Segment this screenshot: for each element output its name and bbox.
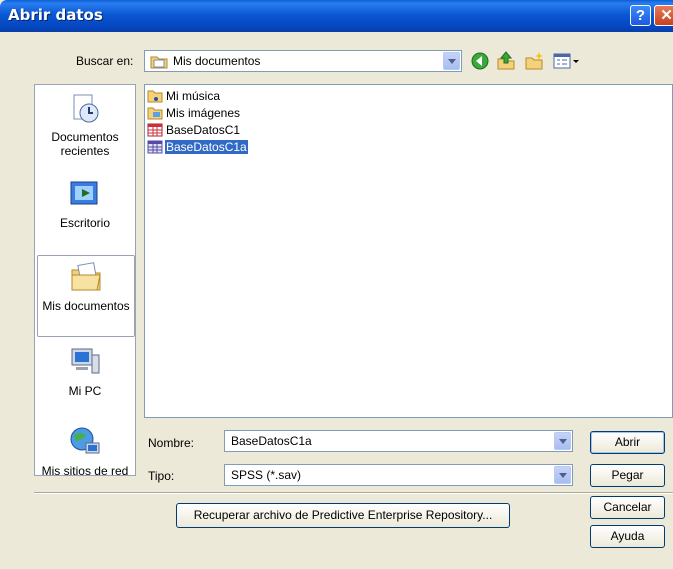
spss-data-file-icon <box>147 123 163 137</box>
place-my-computer[interactable]: Mi PC <box>37 345 133 398</box>
folder-icon <box>150 56 168 69</box>
file-name: Mi música <box>166 89 221 103</box>
filename-label: Nombre: <box>148 436 195 450</box>
list-item[interactable]: Mis imágenes <box>147 106 241 123</box>
new-folder-icon[interactable] <box>524 51 544 71</box>
my-documents-icon <box>71 262 101 291</box>
look-in-select[interactable]: Mis documentos <box>144 50 462 72</box>
look-in-label: Buscar en: <box>76 54 134 68</box>
up-folder-icon[interactable] <box>496 51 516 71</box>
file-name: Mis imágenes <box>166 106 241 120</box>
places-bar: Documentos recientes Escritorio Mis docu… <box>34 84 136 478</box>
chevron-down-icon[interactable] <box>443 52 460 70</box>
help-button[interactable]: Ayuda <box>590 525 665 548</box>
filename-input[interactable]: BaseDatosC1a <box>224 430 573 452</box>
my-computer-icon <box>71 348 100 374</box>
place-recent-documents[interactable]: Documentos recientes <box>37 91 133 158</box>
pictures-folder-icon <box>147 107 163 120</box>
recent-documents-icon <box>73 94 99 123</box>
look-in-value: Mis documentos <box>173 54 261 68</box>
close-icon[interactable]: ✕ <box>654 5 673 26</box>
filetype-value: SPSS (*.sav) <box>231 468 302 482</box>
paste-button[interactable]: Pegar <box>590 464 665 487</box>
network-places-icon <box>70 427 100 454</box>
filetype-select[interactable]: SPSS (*.sav) <box>224 464 573 486</box>
cancel-button[interactable]: Cancelar <box>590 496 665 519</box>
place-label: Mi PC <box>68 384 102 398</box>
filetype-label: Tipo: <box>148 469 175 483</box>
place-label: Escritorio <box>59 216 110 230</box>
file-name: BaseDatosC1 <box>166 123 241 137</box>
help-icon[interactable]: ? <box>630 5 651 26</box>
place-network[interactable]: Mis sitios de red <box>37 425 133 478</box>
list-item[interactable]: BaseDatosC1a <box>147 140 248 157</box>
file-list[interactable]: Mi música Mis imágenes BaseDatosC1 BaseD… <box>144 84 673 418</box>
repository-button[interactable]: Recuperar archivo de Predictive Enterpri… <box>176 503 510 528</box>
file-name: BaseDatosC1a <box>165 140 248 154</box>
chevron-down-icon[interactable] <box>554 432 571 450</box>
chevron-down-icon[interactable] <box>554 466 571 484</box>
place-label: Documentos recientes <box>51 130 119 158</box>
desktop-icon <box>70 181 98 205</box>
place-desktop[interactable]: Escritorio <box>37 177 133 230</box>
place-my-documents[interactable]: Mis documentos <box>37 255 135 337</box>
filename-value: BaseDatosC1a <box>231 434 312 448</box>
place-label: Mis documentos <box>42 299 130 313</box>
back-icon[interactable] <box>470 51 490 71</box>
view-menu-icon[interactable] <box>552 51 584 71</box>
title-bar[interactable]: Abrir datos ? ✕ <box>0 0 673 32</box>
place-label: Mis sitios de red <box>41 464 129 478</box>
music-folder-icon <box>147 90 163 103</box>
list-item[interactable]: BaseDatosC1 <box>147 123 241 140</box>
list-item[interactable]: Mi música <box>147 89 221 106</box>
open-data-dialog: Abrir datos ? ✕ Buscar en: Mis documento… <box>0 0 673 569</box>
separator <box>34 492 673 494</box>
open-button[interactable]: Abrir <box>590 431 665 454</box>
window-title: Abrir datos <box>8 6 103 24</box>
spss-data-file-icon <box>147 140 163 154</box>
